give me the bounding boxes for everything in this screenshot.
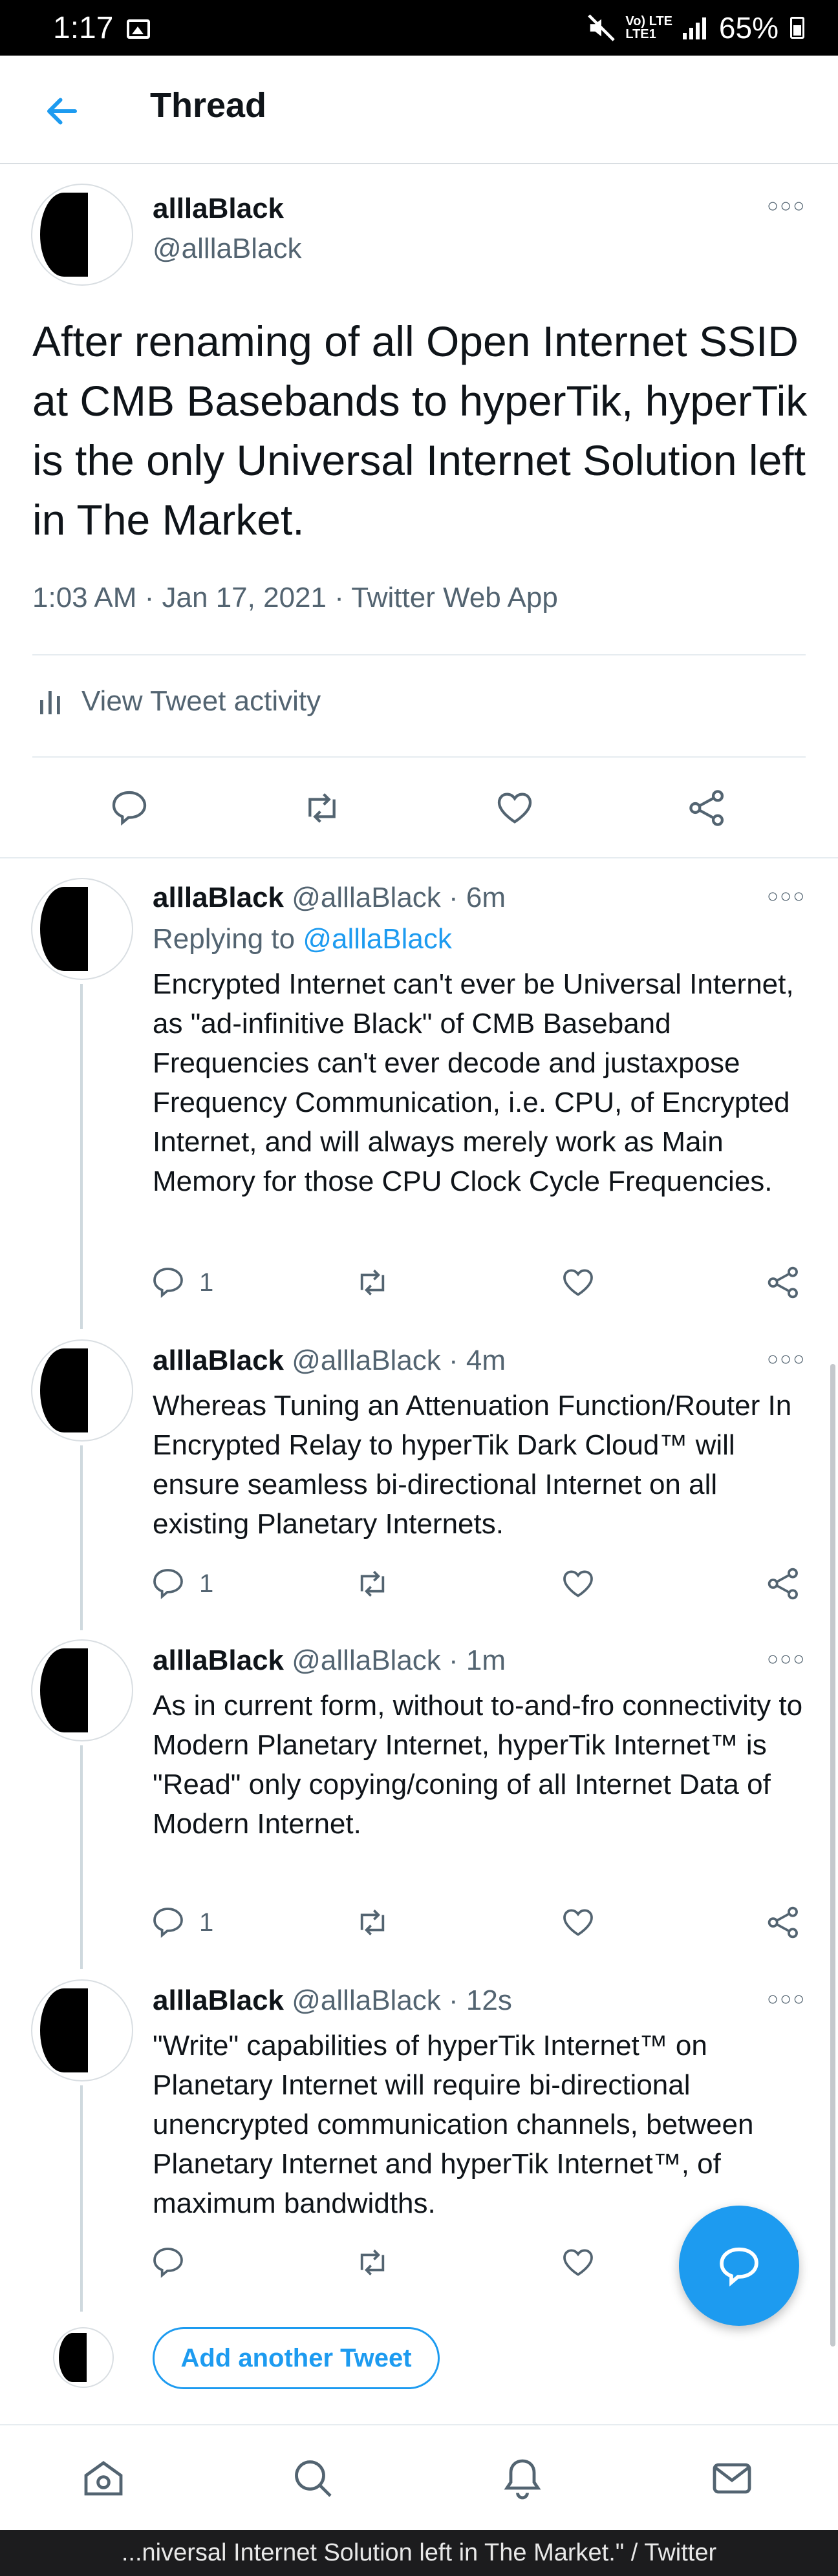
more-options-icon[interactable]: ○○○ (767, 1348, 806, 1370)
notifications-icon[interactable] (495, 2451, 550, 2506)
like-icon[interactable] (560, 1257, 596, 1308)
avatar[interactable] (31, 1639, 133, 1741)
more-options-icon[interactable]: ○○○ (767, 195, 806, 217)
replying-prefix: Replying to (153, 923, 295, 955)
share-icon[interactable] (766, 1558, 802, 1610)
more-options-icon[interactable]: ○○○ (767, 1988, 806, 2010)
tweet-text: After renaming of all Open Internet SSID… (32, 317, 808, 544)
tweet-actions (0, 769, 838, 847)
avatar[interactable] (31, 878, 133, 980)
like-icon[interactable] (489, 782, 541, 834)
bottom-navigation (0, 2424, 838, 2530)
browser-title-bar: ...niversal Internet Solution left in Th… (0, 2530, 838, 2576)
share-icon[interactable] (766, 1257, 802, 1308)
reply-icon (153, 1569, 183, 1599)
reply-icon (153, 1268, 183, 1298)
reply-header: alllaBlack @alllaBlack · 6m (153, 882, 506, 914)
divider (32, 756, 806, 758)
avatar[interactable] (31, 1339, 133, 1442)
compose-icon (720, 2247, 758, 2287)
author-meta: @alllaBlack · 6m (292, 882, 506, 913)
tweet-text: "Write" capabilities of hyperTik Interne… (153, 2030, 754, 2219)
author-meta: @alllaBlack · 4m (292, 1345, 506, 1376)
status-indicators: Vo) LTE LTE1 65% (586, 10, 804, 45)
like-icon[interactable] (560, 1558, 596, 1610)
share-icon[interactable] (766, 1897, 802, 1948)
retweet-icon[interactable] (296, 782, 348, 834)
messages-icon[interactable] (705, 2451, 759, 2506)
reply-header: alllaBlack @alllaBlack · 12s (153, 1985, 512, 2017)
tweet-timestamp[interactable]: 1:03 AM · Jan 17, 2021 · Twitter Web App (32, 582, 558, 614)
reply-count: 1 (199, 1908, 214, 1937)
author-name[interactable]: alllaBlack (153, 882, 284, 913)
reply-icon (153, 1908, 183, 1938)
thread-connector (80, 984, 83, 1329)
retweet-icon[interactable] (354, 1897, 391, 1948)
author-name[interactable]: alllaBlack (153, 1985, 284, 2016)
gallery-notification-icon (127, 19, 150, 39)
view-activity-label: View Tweet activity (81, 685, 321, 717)
retweet-icon[interactable] (354, 1257, 391, 1308)
more-options-icon[interactable]: ○○○ (767, 886, 806, 908)
reply-button[interactable]: 1 (150, 1558, 213, 1610)
status-bar: 1:17 Vo) LTE LTE1 65% (0, 0, 838, 56)
retweet-icon[interactable] (354, 2237, 391, 2288)
reply-icon (153, 2248, 183, 2278)
battery-percent: 65% (718, 11, 779, 45)
app-header: Thread (0, 56, 838, 164)
search-icon[interactable] (286, 2451, 340, 2506)
analytics-icon (40, 691, 60, 714)
tweet-actions: 1 (142, 1897, 828, 1948)
compose-button[interactable] (679, 2206, 799, 2326)
reply-count: 1 (199, 1569, 214, 1598)
thread-connector (80, 1745, 83, 1969)
signal-icon (682, 17, 706, 39)
status-time: 1:17 (53, 11, 114, 45)
author-meta: @alllaBlack · 1m (292, 1645, 506, 1676)
replying-to: Replying to @alllaBlack (153, 923, 452, 955)
author-meta: @alllaBlack · 12s (292, 1985, 512, 2016)
battery-icon (790, 17, 804, 39)
tweet-text: Encrypted Internet can't ever be Univers… (153, 968, 794, 1197)
view-activity-button[interactable]: View Tweet activity (39, 685, 321, 718)
like-icon[interactable] (560, 1897, 596, 1948)
reply-button[interactable]: 1 (150, 1257, 213, 1308)
divider (0, 857, 838, 858)
more-options-icon[interactable]: ○○○ (767, 1648, 806, 1670)
reply-icon[interactable] (103, 782, 155, 834)
avatar[interactable] (31, 184, 133, 286)
add-another-tweet-button[interactable]: Add another Tweet (153, 2327, 440, 2389)
thread-connector (80, 1445, 83, 1630)
network-sub: LTE1 (625, 27, 656, 41)
like-icon[interactable] (560, 2237, 596, 2288)
page-title: Thread (150, 86, 267, 125)
reply-header: alllaBlack @alllaBlack · 1m (153, 1645, 506, 1677)
mute-icon (588, 14, 616, 41)
reply-button[interactable] (150, 2237, 199, 2288)
tweet-text: As in current form, without to-and-fro c… (153, 1690, 803, 1840)
home-icon[interactable] (76, 2451, 131, 2506)
author-name[interactable]: alllaBlack (153, 1345, 284, 1376)
retweet-icon[interactable] (354, 1558, 391, 1610)
reply-button[interactable]: 1 (150, 1897, 213, 1948)
tweet-text: Whereas Tuning an Attenuation Function/R… (153, 1390, 792, 1540)
reply-count: 1 (199, 1268, 214, 1297)
author-name[interactable]: alllaBlack (153, 193, 284, 225)
tweet-actions: 1 (142, 1257, 828, 1308)
reply-header: alllaBlack @alllaBlack · 4m (153, 1345, 506, 1377)
avatar[interactable] (31, 1979, 133, 2081)
tweet-actions: 1 (142, 1558, 828, 1610)
author-handle[interactable]: @alllaBlack (153, 233, 302, 265)
arrow-left-icon[interactable] (39, 88, 85, 134)
network-label: Vo) LTE LTE1 (625, 15, 672, 41)
thread-connector (80, 2085, 83, 2312)
replying-handle-link[interactable]: @alllaBlack (303, 923, 452, 955)
network-type: Vo) LTE (625, 14, 672, 28)
author-name[interactable]: alllaBlack (153, 1645, 284, 1676)
scrollbar[interactable] (830, 1364, 835, 2347)
share-icon[interactable] (682, 782, 733, 834)
divider (32, 654, 806, 655)
avatar (53, 2327, 114, 2388)
